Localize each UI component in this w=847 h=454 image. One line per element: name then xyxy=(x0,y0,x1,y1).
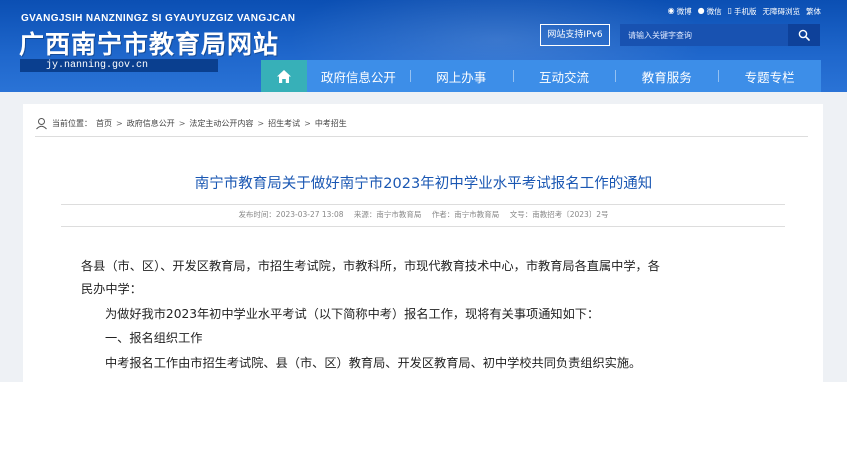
top-link-label: 微博 xyxy=(676,6,692,16)
article-paragraph: 中考报名工作由市招生考试院、县（市、区）教育局、开发区教育局、初中学校共同负责组… xyxy=(105,356,642,370)
page: GVANGJSIH NANZNINGZ SI GYAUYUZGIZ VANGJC… xyxy=(0,0,847,454)
search-box xyxy=(620,24,820,46)
article-paragraph: 民办中学： xyxy=(81,282,142,296)
breadcrumb-statutory[interactable]: 法定主动公开内容 xyxy=(189,118,253,129)
top-link-accessibility[interactable]: 无障碍浏览 xyxy=(763,6,801,17)
breadcrumb-separator: > xyxy=(116,118,123,128)
site-header: GVANGJSIH NANZNINGZ SI GYAUYUZGIZ VANGJC… xyxy=(0,0,847,92)
top-link-wechat[interactable]: ● 微信 xyxy=(698,6,722,17)
breadcrumb-home[interactable]: 首页 xyxy=(96,118,112,129)
nav-item-online-services[interactable]: 网上办事 xyxy=(409,60,513,92)
breadcrumb: 当前位置： 首页 > 政府信息公开 > 法定主动公开内容 > 招生考试 > 中考… xyxy=(35,116,347,130)
home-icon xyxy=(277,69,291,83)
nav-home-button[interactable] xyxy=(261,60,307,92)
site-logo-title[interactable]: 广西南宁市教育局网站 xyxy=(19,25,279,61)
top-link-label: 繁体 xyxy=(806,6,821,16)
nav-item-interaction[interactable]: 互动交流 xyxy=(512,60,616,92)
breadcrumb-prefix: 当前位置： xyxy=(52,118,92,128)
meta-divider xyxy=(61,204,785,205)
article-paragraph: 一、报名组织工作 xyxy=(105,331,203,345)
weibo-icon: ◉ xyxy=(667,6,675,15)
nav-item-gov-info[interactable]: 政府信息公开 xyxy=(307,60,410,92)
top-link-label: 手机版 xyxy=(734,6,757,16)
site-domain: jy.nanning.gov.cn xyxy=(46,60,149,71)
location-user-icon xyxy=(36,117,47,129)
top-link-traditional[interactable]: 繁体 xyxy=(806,6,821,17)
search-button[interactable] xyxy=(788,24,820,46)
article-paragraph: 为做好我市2023年初中学业水平考试（以下简称中考）报名工作，现将有关事项通知如… xyxy=(105,307,600,321)
logo-pinyin: GVANGJSIH NANZNINGZ SI GYAUYUZGIZ VANGJC… xyxy=(21,13,296,24)
top-links: ◉ 微博 ● 微信 ▯ 手机版 无障碍浏览 繁体 xyxy=(668,5,821,17)
breadcrumb-admission[interactable]: 招生考试 xyxy=(268,118,300,129)
breadcrumb-separator: > xyxy=(257,118,265,128)
breadcrumb-zhongkao[interactable]: 中考招生 xyxy=(315,118,347,129)
article-paragraph: 各县（市、区）、开发区教育局，市招生考试院，市教科所，市现代教育技术中心，市教育… xyxy=(81,259,660,273)
top-link-mobile[interactable]: ▯ 手机版 xyxy=(728,6,757,17)
top-link-label: 无障碍浏览 xyxy=(762,6,801,16)
search-icon xyxy=(798,29,810,41)
top-link-weibo[interactable]: ◉ 微博 xyxy=(668,6,692,17)
nav-item-special-topics[interactable]: 专题专栏 xyxy=(718,60,821,92)
article-meta: 发布时间：2023-03-27 13:08 来源：南宁市教育局 作者：南宁市教育… xyxy=(0,209,847,220)
meta-published: 发布时间：2023-03-27 13:08 xyxy=(238,210,344,219)
article-title: 南宁市教育局关于做好南宁市2023年初中学业水平考试报名工作的通知 xyxy=(194,176,653,192)
breadcrumb-separator: > xyxy=(304,118,311,128)
meta-divider xyxy=(61,226,785,227)
meta-source: 来源：南宁市教育局 xyxy=(353,210,422,219)
wechat-icon: ● xyxy=(697,6,705,15)
breadcrumb-gov-info[interactable]: 政府信息公开 xyxy=(127,118,175,129)
meta-doc-number: 文号：南教招考〔2023〕2号 xyxy=(509,210,609,219)
mobile-icon: ▯ xyxy=(727,6,732,15)
search-input[interactable] xyxy=(620,24,788,46)
blank-area xyxy=(0,382,847,454)
breadcrumb-divider xyxy=(35,136,808,137)
meta-author: 作者：南宁市教育局 xyxy=(431,210,500,219)
top-link-label: 微信 xyxy=(706,6,722,16)
main-nav: 政府信息公开 网上办事 互动交流 教育服务 专题专栏 xyxy=(261,60,821,92)
nav-item-education-services[interactable]: 教育服务 xyxy=(615,60,718,92)
breadcrumb-separator: > xyxy=(178,118,186,128)
ipv6-badge[interactable]: 网站支持IPv6 xyxy=(540,24,610,46)
